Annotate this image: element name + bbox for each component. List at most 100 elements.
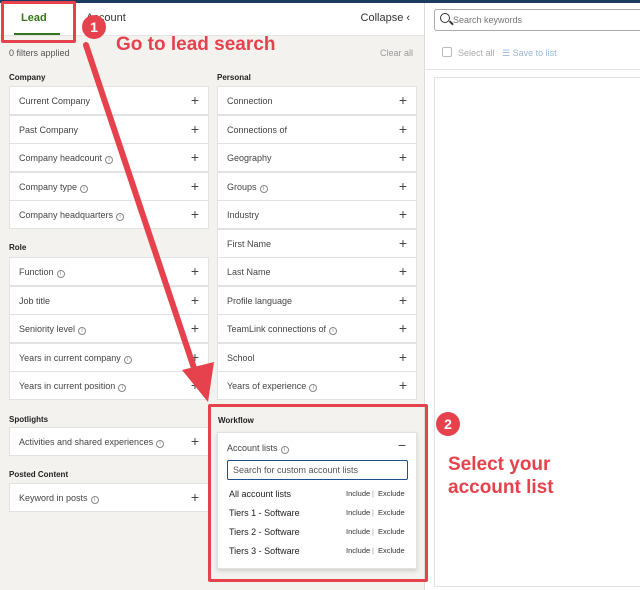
filter-first-name[interactable]: First Name + (217, 229, 417, 258)
plus-icon: + (398, 292, 407, 308)
plus-icon: + (190, 320, 199, 336)
highlight-box-workflow (208, 404, 428, 582)
plus-icon: + (190, 178, 199, 194)
plus-icon: + (190, 292, 199, 308)
plus-icon: + (190, 206, 199, 222)
plus-icon: + (190, 121, 199, 137)
results-list-area (434, 77, 640, 587)
plus-icon: + (190, 489, 199, 505)
step-2-callout-line-1: Select your (448, 454, 551, 475)
collapse-button[interactable]: Collapse ‹ (361, 12, 410, 24)
filter-current-company[interactable]: Current Company + (9, 86, 209, 115)
filter-label: Current Company (19, 96, 91, 106)
filter-label: Groups (227, 182, 257, 192)
plus-icon: + (190, 433, 199, 449)
filter-profile-language[interactable]: Profile language + (217, 286, 417, 315)
filter-company-headquarters[interactable]: Company headquarters i + (9, 200, 209, 229)
plus-icon: + (398, 377, 407, 393)
filter-label: First Name (227, 239, 272, 249)
filter-label: Seniority level (19, 324, 76, 334)
plus-icon: + (190, 263, 199, 279)
save-to-list-button[interactable]: ☰ Save to list (502, 48, 557, 59)
step-2-badge: 2 (436, 412, 460, 436)
plus-icon: + (398, 178, 407, 194)
filter-years-in-current-company[interactable]: Years in current company i + (9, 343, 209, 372)
filter-last-name[interactable]: Last Name + (217, 257, 417, 286)
filter-label: Years in current company (19, 353, 121, 363)
filter-groups[interactable]: Groups i + (217, 172, 417, 201)
filter-label: Last Name (227, 267, 271, 277)
filter-years-in-current-position[interactable]: Years in current position i + (9, 371, 209, 400)
info-icon: i (118, 384, 127, 392)
filter-label: Job title (19, 296, 51, 306)
filter-company-headcount[interactable]: Company headcount i + (9, 143, 209, 172)
info-icon: i (116, 213, 125, 221)
info-icon: i (329, 327, 338, 335)
plus-icon: + (398, 121, 407, 137)
plus-icon: + (190, 349, 199, 365)
filter-years-of-experience[interactable]: Years of experience i + (217, 371, 417, 400)
filter-connections-of[interactable]: Connections of + (217, 115, 417, 144)
save-to-list-label: Save to list (512, 48, 557, 58)
filter-label: Connections of (227, 125, 288, 135)
section-title-spotlights: Spotlights (9, 415, 49, 424)
filter-label: Company headcount (19, 153, 103, 163)
collapse-label: Collapse (360, 12, 404, 24)
filter-activities-shared-experiences[interactable]: Activities and shared experiences i + (9, 427, 209, 456)
filter-label: Years of experience (227, 381, 307, 391)
plus-icon: + (398, 349, 407, 365)
plus-icon: + (398, 206, 407, 222)
info-icon: i (105, 156, 114, 164)
plus-icon: + (398, 235, 407, 251)
results-toolbar: Select all ☰ Save to list (426, 35, 640, 70)
section-title-company: Company (9, 73, 46, 82)
filter-label: Past Company (19, 125, 79, 135)
step-2-callout: Select your account list (448, 453, 554, 499)
filter-label: Keyword in posts (19, 493, 88, 503)
keyword-search-box[interactable] (434, 9, 640, 31)
plus-icon: + (398, 263, 407, 279)
select-all-label: Select all (458, 48, 495, 58)
filter-industry[interactable]: Industry + (217, 200, 417, 229)
filter-connection[interactable]: Connection + (217, 86, 417, 115)
filter-label: Geography (227, 153, 272, 163)
filter-label: Industry (227, 210, 260, 220)
info-icon: i (309, 384, 318, 392)
section-title-posted-content: Posted Content (9, 470, 69, 479)
plus-icon: + (190, 377, 199, 393)
clear-all-button[interactable]: Clear all (380, 48, 413, 58)
filter-label: Connection (227, 96, 273, 106)
filter-geography[interactable]: Geography + (217, 143, 417, 172)
highlight-box-lead-tab (1, 1, 76, 43)
filter-school[interactable]: School + (217, 343, 417, 372)
info-icon: i (56, 270, 65, 278)
step-2-callout-line-2: account list (448, 477, 554, 498)
info-icon: i (259, 185, 268, 193)
filter-teamlink-connections-of[interactable]: TeamLink connections of i + (217, 314, 417, 343)
filter-label: TeamLink connections of (227, 324, 327, 334)
info-icon: i (90, 496, 99, 504)
list-icon: ☰ (502, 48, 513, 58)
info-icon: i (156, 440, 165, 448)
section-title-personal: Personal (217, 73, 251, 82)
filter-label: Years in current position (19, 381, 116, 391)
search-icon (440, 13, 450, 23)
plus-icon: + (398, 320, 407, 336)
step-1-callout: Go to lead search (116, 34, 276, 55)
filter-function[interactable]: Function i + (9, 257, 209, 286)
filter-label: Activities and shared experiences (19, 437, 154, 447)
info-icon: i (80, 185, 89, 193)
step-1-badge: 1 (82, 15, 106, 39)
select-all-checkbox[interactable] (442, 47, 452, 57)
section-title-role: Role (9, 243, 27, 252)
chevron-left-icon: ‹ (406, 12, 410, 24)
filter-job-title[interactable]: Job title + (9, 286, 209, 315)
filter-keyword-in-posts[interactable]: Keyword in posts i + (9, 483, 209, 512)
plus-icon: + (398, 149, 407, 165)
filter-past-company[interactable]: Past Company + (9, 115, 209, 144)
filter-label: Function (19, 267, 54, 277)
keyword-search-input[interactable] (453, 12, 638, 28)
info-icon: i (123, 356, 132, 364)
filter-company-type[interactable]: Company type i + (9, 172, 209, 201)
filter-seniority-level[interactable]: Seniority level i + (9, 314, 209, 343)
